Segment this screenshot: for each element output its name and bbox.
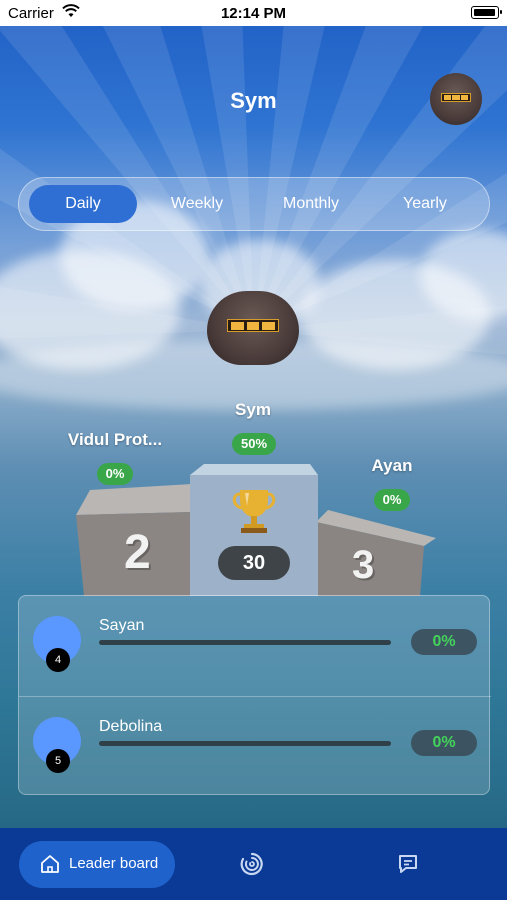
tab-weekly[interactable]: Weekly bbox=[143, 185, 251, 223]
list-item[interactable]: 4 Sayan 0% bbox=[19, 596, 491, 696]
tab-daily[interactable]: Daily bbox=[29, 185, 137, 223]
percent-badge: 0% bbox=[411, 730, 477, 756]
progress-bar bbox=[99, 640, 391, 645]
first-place-name: Sym bbox=[235, 400, 271, 419]
first-place-percent: 50% bbox=[232, 433, 276, 455]
first-place-avatar[interactable] bbox=[207, 291, 299, 365]
progress-bar bbox=[99, 741, 391, 746]
profile-avatar[interactable] bbox=[430, 73, 482, 125]
percent-badge: 0% bbox=[411, 629, 477, 655]
rank-badge: 5 bbox=[46, 749, 70, 773]
leaderboard-list: 4 Sayan 0% 5 Debolina 0% bbox=[18, 595, 491, 796]
battery-icon bbox=[471, 6, 502, 19]
chat-icon[interactable] bbox=[396, 852, 420, 876]
clock: 12:14 PM bbox=[220, 5, 287, 22]
third-place-rank: 3 bbox=[352, 543, 375, 587]
home-icon bbox=[41, 855, 59, 873]
rank-badge: 4 bbox=[46, 648, 70, 672]
second-place-name: Vidul Prot... bbox=[67, 430, 163, 449]
second-place-rank: 2 bbox=[124, 526, 151, 579]
trophy-icon bbox=[232, 490, 276, 533]
player-name: Debolina bbox=[99, 718, 163, 735]
list-item[interactable]: 5 Debolina 0% bbox=[19, 696, 491, 796]
tab-yearly[interactable]: Yearly bbox=[371, 185, 479, 223]
tab-monthly[interactable]: Monthly bbox=[257, 185, 365, 223]
first-place-score: 30 bbox=[218, 546, 290, 580]
tab-leader-board-label: Leader board bbox=[69, 855, 159, 872]
period-segmented-control: Daily Weekly Monthly Yearly bbox=[18, 177, 490, 231]
status-bar: Carrier 12:14 PM bbox=[0, 0, 507, 26]
activity-ring-icon[interactable] bbox=[240, 852, 264, 876]
bottom-tab-bar: Leader board bbox=[0, 828, 507, 900]
tab-leader-board[interactable]: Leader board bbox=[19, 841, 175, 888]
leaderboard-screen: Carrier 12:14 PM Sym Daily Weekly Monthl… bbox=[0, 0, 507, 900]
player-name: Sayan bbox=[99, 617, 145, 634]
